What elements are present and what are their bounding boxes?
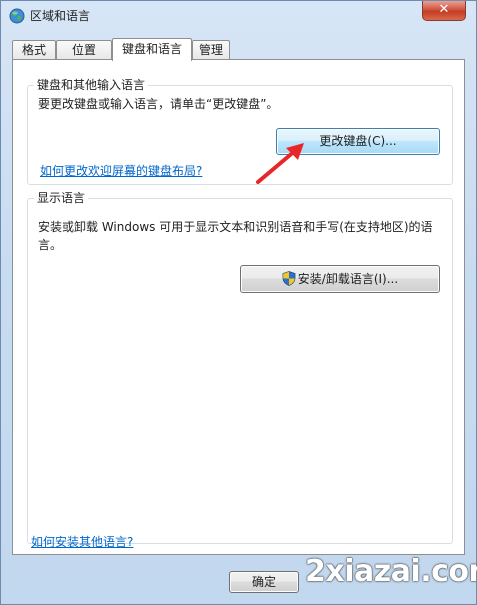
display-language-group: 显示语言 安装或卸载 Windows 可用于显示文本和识别语音和手写(在支持地区… [27, 190, 453, 544]
tab-administrative[interactable]: 管理 [192, 40, 230, 60]
tab-keyboards-languages[interactable]: 键盘和语言 [112, 38, 192, 61]
dialog-window: 区域和语言 ✕ 格式 位置 键盘和语言 管理 键盘和其他输入语言 要更改键盘或输… [0, 0, 477, 605]
keyboard-group-title: 键盘和其他输入语言 [34, 77, 149, 93]
ok-button[interactable]: 确定 [229, 571, 299, 593]
install-uninstall-languages-label: 安装/卸载语言(I)... [297, 272, 399, 286]
close-icon: ✕ [438, 2, 450, 17]
tab-format-label: 格式 [21, 43, 46, 57]
tab-keyboards-languages-label: 键盘和语言 [121, 42, 182, 56]
tab-panel: 键盘和其他输入语言 要更改键盘或输入语言，请单击“更改键盘”。 更改键盘(C).… [12, 59, 465, 555]
install-other-languages-link[interactable]: 如何安装其他语言? [31, 534, 133, 550]
close-button[interactable]: ✕ [422, 1, 466, 21]
display-language-description-cont: 言。 [38, 238, 63, 252]
watermark-text: 2xiazai.com [305, 554, 477, 589]
tab-format[interactable]: 格式 [12, 40, 56, 60]
uac-shield-icon [282, 271, 296, 286]
keyboard-group: 键盘和其他输入语言 要更改键盘或输入语言，请单击“更改键盘”。 更改键盘(C).… [27, 77, 453, 185]
ok-button-label: 确定 [251, 575, 276, 589]
window-title: 区域和语言 [30, 9, 91, 23]
display-language-group-title: 显示语言 [34, 190, 89, 206]
tab-administrative-label: 管理 [198, 43, 223, 57]
keyboard-instruction: 要更改键盘或输入语言，请单击“更改键盘”。 [38, 97, 279, 111]
red-arrow-icon [256, 143, 304, 184]
title-bar[interactable]: 区域和语言 ✕ [1, 1, 476, 31]
install-uninstall-languages-button[interactable]: 安装/卸载语言(I)... [240, 265, 440, 293]
change-keyboard-label: 更改键盘(C)... [319, 134, 397, 148]
tab-location[interactable]: 位置 [56, 40, 112, 60]
welcome-screen-keyboard-link[interactable]: 如何更改欢迎屏幕的键盘布局? [40, 163, 202, 179]
tab-location-label: 位置 [71, 43, 96, 57]
globe-icon [9, 8, 25, 24]
display-language-description: 安装或卸载 Windows 可用于显示文本和识别语音和手写(在支持地区)的语 [38, 220, 433, 234]
